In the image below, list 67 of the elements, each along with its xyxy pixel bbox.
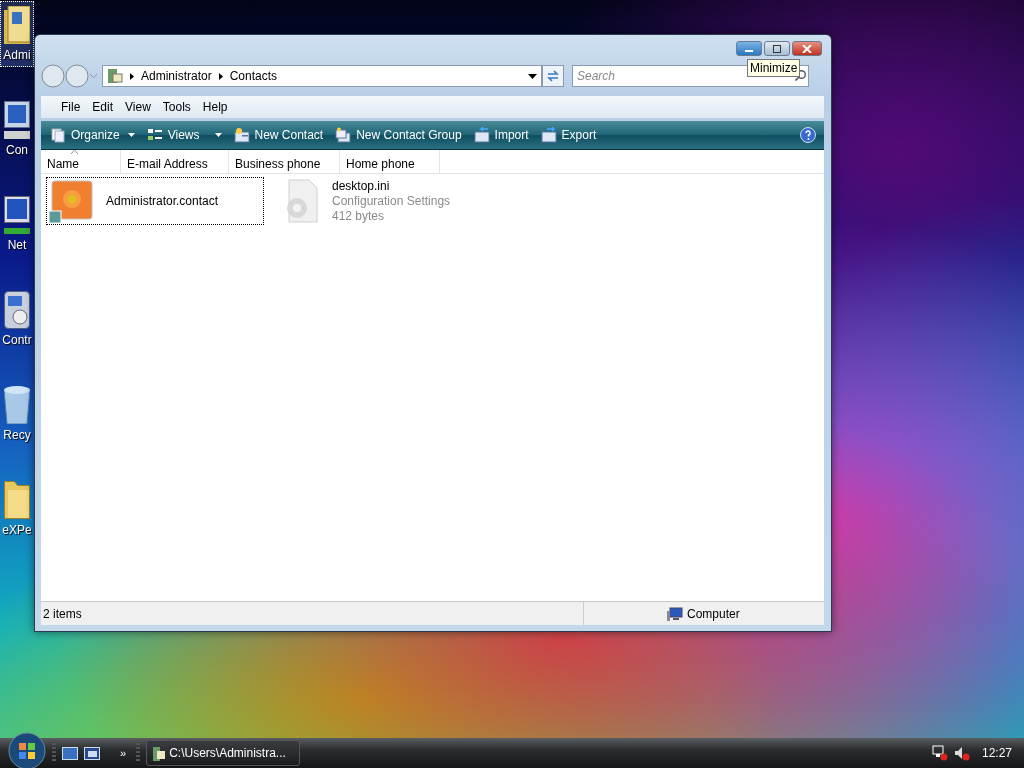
desktop-icon[interactable]: eXPe [0,476,34,542]
pages-icon [50,127,66,143]
overflow-button[interactable]: » [116,747,131,759]
column-header[interactable]: Home phone [340,150,440,173]
breadcrumb-item[interactable]: Contacts [229,69,278,83]
recycle-bin-icon [4,386,30,424]
desktop-icon[interactable]: Net [0,191,34,257]
maximize-icon [772,44,782,53]
computer-icon [667,606,683,621]
column-header[interactable]: E-mail Address [121,150,229,173]
breadcrumb-item[interactable]: Administrator [141,69,212,83]
file-type: Configuration Settings [332,194,451,208]
close-icon [802,44,812,53]
toolbar-button[interactable]: Views [141,123,227,147]
menu-item[interactable]: Tools [156,100,197,114]
close-button[interactable] [792,41,822,56]
menu-item[interactable]: Edit [86,100,120,114]
control-panel-icon [4,291,30,329]
taskbar-button[interactable]: C:\Users\Administra... [146,740,301,766]
computer-icon [4,101,30,139]
location-label: Computer [687,606,740,621]
desktop-icon[interactable]: Con [0,96,34,162]
column-header[interactable]: Business phone [229,150,340,173]
menu-item[interactable]: File [55,100,87,114]
help-icon[interactable] [800,127,816,143]
contact-cards-icon [335,127,352,143]
toolbar-button[interactable]: Export [535,123,602,147]
contacts-folder-icon [107,68,123,84]
maximize-button[interactable] [764,41,790,56]
folder-icon [4,481,30,519]
column-header[interactable]: Name [41,150,121,173]
toolbar-button[interactable]: New Contact Group [330,123,467,147]
minimize-button[interactable] [736,41,762,56]
file-size: 412 bytes [332,209,386,223]
toolbar-button[interactable]: Import [468,123,534,147]
refresh-button[interactable] [542,65,564,87]
speaker-muted-icon[interactable] [953,745,970,761]
list-item[interactable]: Administrator.contact [46,177,264,225]
clock[interactable]: 12:27 [981,746,1012,760]
toolbar-button[interactable]: Organize [45,123,140,147]
contacts-folder-icon [153,745,166,761]
search-icon [795,70,806,81]
contact-card-icon [233,127,250,143]
card-arrow-icon [540,127,557,143]
desktop-icon[interactable]: Admi [0,1,34,67]
tooltip: Minimize [747,59,801,77]
dropdown-arrow-icon[interactable] [528,73,537,79]
list-view-icon [146,127,163,143]
chevron-right-icon [218,72,223,80]
item-count: 2 items [43,606,82,621]
list-item[interactable]: desktop.ini Configuration Settings 412 bytes [272,177,490,225]
card-arrow-icon [473,127,490,143]
menu-item[interactable]: Help [196,100,234,114]
menu-item[interactable]: View [119,100,157,114]
network-error-icon[interactable] [931,745,948,761]
windows-icon[interactable] [84,746,100,760]
chevron-right-icon [130,72,134,80]
address-bar[interactable]: Administrator Contacts [102,65,542,87]
folder-icon [4,6,30,44]
file-name: desktop.ini [332,179,391,193]
start-orb-icon[interactable] [8,732,46,768]
network-icon [4,196,30,234]
desktop-icon[interactable]: Contr [0,286,34,352]
monitor-icon[interactable] [62,746,78,760]
toolbar-button[interactable]: New Contact [228,123,329,147]
arrows-icon [546,69,560,83]
desktop-icon[interactable]: Recy [0,381,34,447]
